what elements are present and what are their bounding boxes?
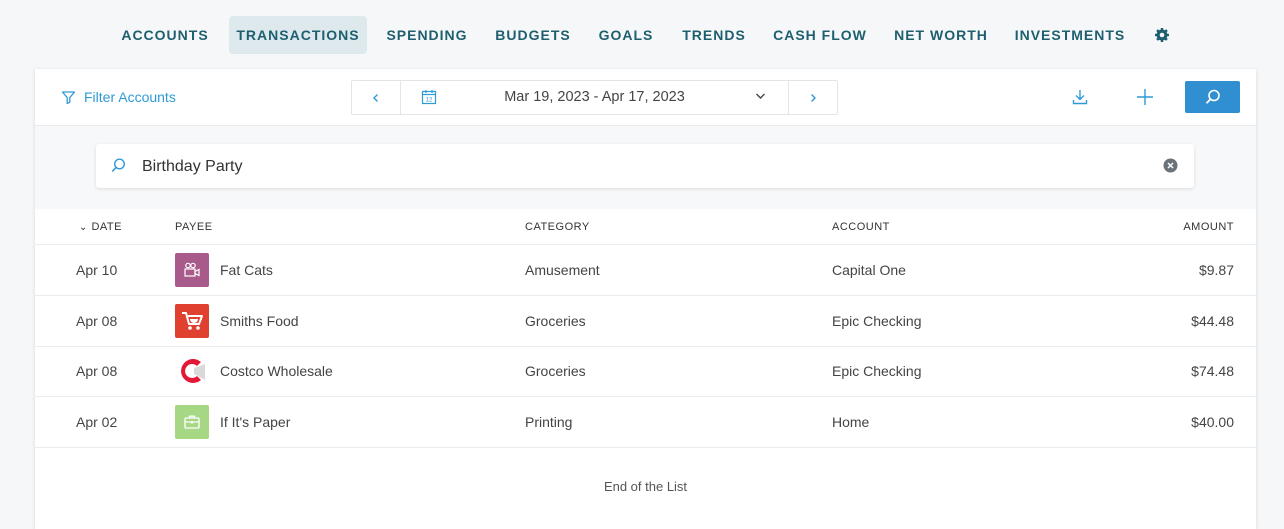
nav-accounts[interactable]: ACCOUNTS: [112, 16, 218, 54]
row-date: Apr 08: [76, 313, 118, 329]
amount-column-header[interactable]: AMOUNT: [1183, 221, 1234, 233]
category-column-header[interactable]: CATEGORY: [525, 221, 590, 233]
row-payee: Fat Cats: [220, 262, 273, 278]
payee-column-header[interactable]: PAYEE: [175, 221, 213, 233]
account-column-header[interactable]: ACCOUNT: [832, 221, 890, 233]
row-category: Amusement: [525, 262, 600, 278]
search-area: [35, 126, 1256, 209]
transactions-card: Filter Accounts 12 Mar 19, 2023 - Apr 17…: [35, 69, 1256, 529]
nav-goals[interactable]: GOALS: [591, 16, 661, 54]
table-row[interactable]: Apr 10 Fat Cats Amusement Capital One $9…: [35, 245, 1256, 296]
table-header: ⌄ DATE PAYEE CATEGORY ACCOUNT AMOUNT: [35, 209, 1256, 245]
nav-transactions[interactable]: TRANSACTIONS: [229, 16, 367, 54]
toolbar: Filter Accounts 12 Mar 19, 2023 - Apr 17…: [35, 69, 1256, 126]
search-box: [96, 144, 1194, 188]
row-date: Apr 02: [76, 414, 118, 430]
costco-logo-icon: [175, 354, 209, 388]
row-amount: $40.00: [1191, 414, 1234, 430]
date-column-header[interactable]: ⌄ DATE: [79, 221, 122, 233]
chevron-right-icon: [811, 93, 816, 102]
filter-accounts-button[interactable]: Filter Accounts: [61, 87, 176, 107]
filter-accounts-label: Filter Accounts: [84, 89, 176, 105]
search-icon: [111, 158, 126, 173]
filter-icon: [61, 90, 76, 104]
nav-net-worth[interactable]: NET WORTH: [887, 16, 995, 54]
next-period-button[interactable]: [788, 81, 837, 114]
table-row[interactable]: Apr 08 Smiths Food Groceries Epic Checki…: [35, 296, 1256, 347]
search-input[interactable]: [140, 152, 1144, 182]
cart-icon: [175, 304, 209, 338]
top-nav: ACCOUNTS TRANSACTIONS SPENDING BUDGETS G…: [0, 16, 1284, 54]
gear-icon[interactable]: [1154, 27, 1170, 43]
nav-spending[interactable]: SPENDING: [379, 16, 475, 54]
row-amount: $44.48: [1191, 313, 1234, 329]
row-account: Home: [832, 414, 870, 430]
search-icon: [1205, 89, 1220, 104]
clear-search-icon[interactable]: [1163, 158, 1178, 173]
table-row[interactable]: Apr 08 Costco Wholesale Groceries Epic C…: [35, 346, 1256, 397]
row-category: Groceries: [525, 313, 586, 329]
row-category: Groceries: [525, 363, 586, 379]
previous-period-button[interactable]: [352, 81, 401, 114]
row-account: Epic Checking: [832, 313, 922, 329]
date-header-label: DATE: [91, 221, 122, 233]
nav-trends[interactable]: TRENDS: [675, 16, 753, 54]
search-toggle-button[interactable]: [1185, 81, 1240, 113]
chevron-left-icon: [373, 93, 378, 102]
camera-icon: [175, 253, 209, 287]
end-of-list-label: End of the List: [603, 479, 688, 494]
download-icon[interactable]: [1071, 88, 1089, 106]
row-amount: $74.48: [1191, 363, 1234, 379]
table-row[interactable]: Apr 02 If It's Paper Printing Home $40.0…: [35, 397, 1256, 448]
row-payee: Smiths Food: [220, 313, 299, 329]
add-transaction-icon[interactable]: [1136, 88, 1154, 106]
sort-indicator-icon: ⌄: [79, 222, 88, 233]
row-payee: If It's Paper: [220, 414, 291, 430]
row-date: Apr 08: [76, 363, 118, 379]
row-account: Capital One: [832, 262, 906, 278]
chevron-down-icon: [756, 93, 765, 99]
row-category: Printing: [525, 414, 573, 430]
date-range-dropdown[interactable]: 12 Mar 19, 2023 - Apr 17, 2023: [401, 81, 788, 114]
date-range-picker: 12 Mar 19, 2023 - Apr 17, 2023: [351, 80, 838, 115]
nav-cash-flow[interactable]: CASH FLOW: [766, 16, 874, 54]
briefcase-icon: [175, 405, 209, 439]
row-amount: $9.87: [1198, 262, 1234, 278]
row-payee: Costco Wholesale: [220, 363, 333, 379]
nav-budgets[interactable]: BUDGETS: [488, 16, 578, 54]
row-account: Epic Checking: [832, 363, 922, 379]
date-range-text: Mar 19, 2023 - Apr 17, 2023: [504, 89, 685, 105]
row-date: Apr 10: [76, 262, 118, 278]
nav-investments[interactable]: INVESTMENTS: [1008, 16, 1132, 54]
